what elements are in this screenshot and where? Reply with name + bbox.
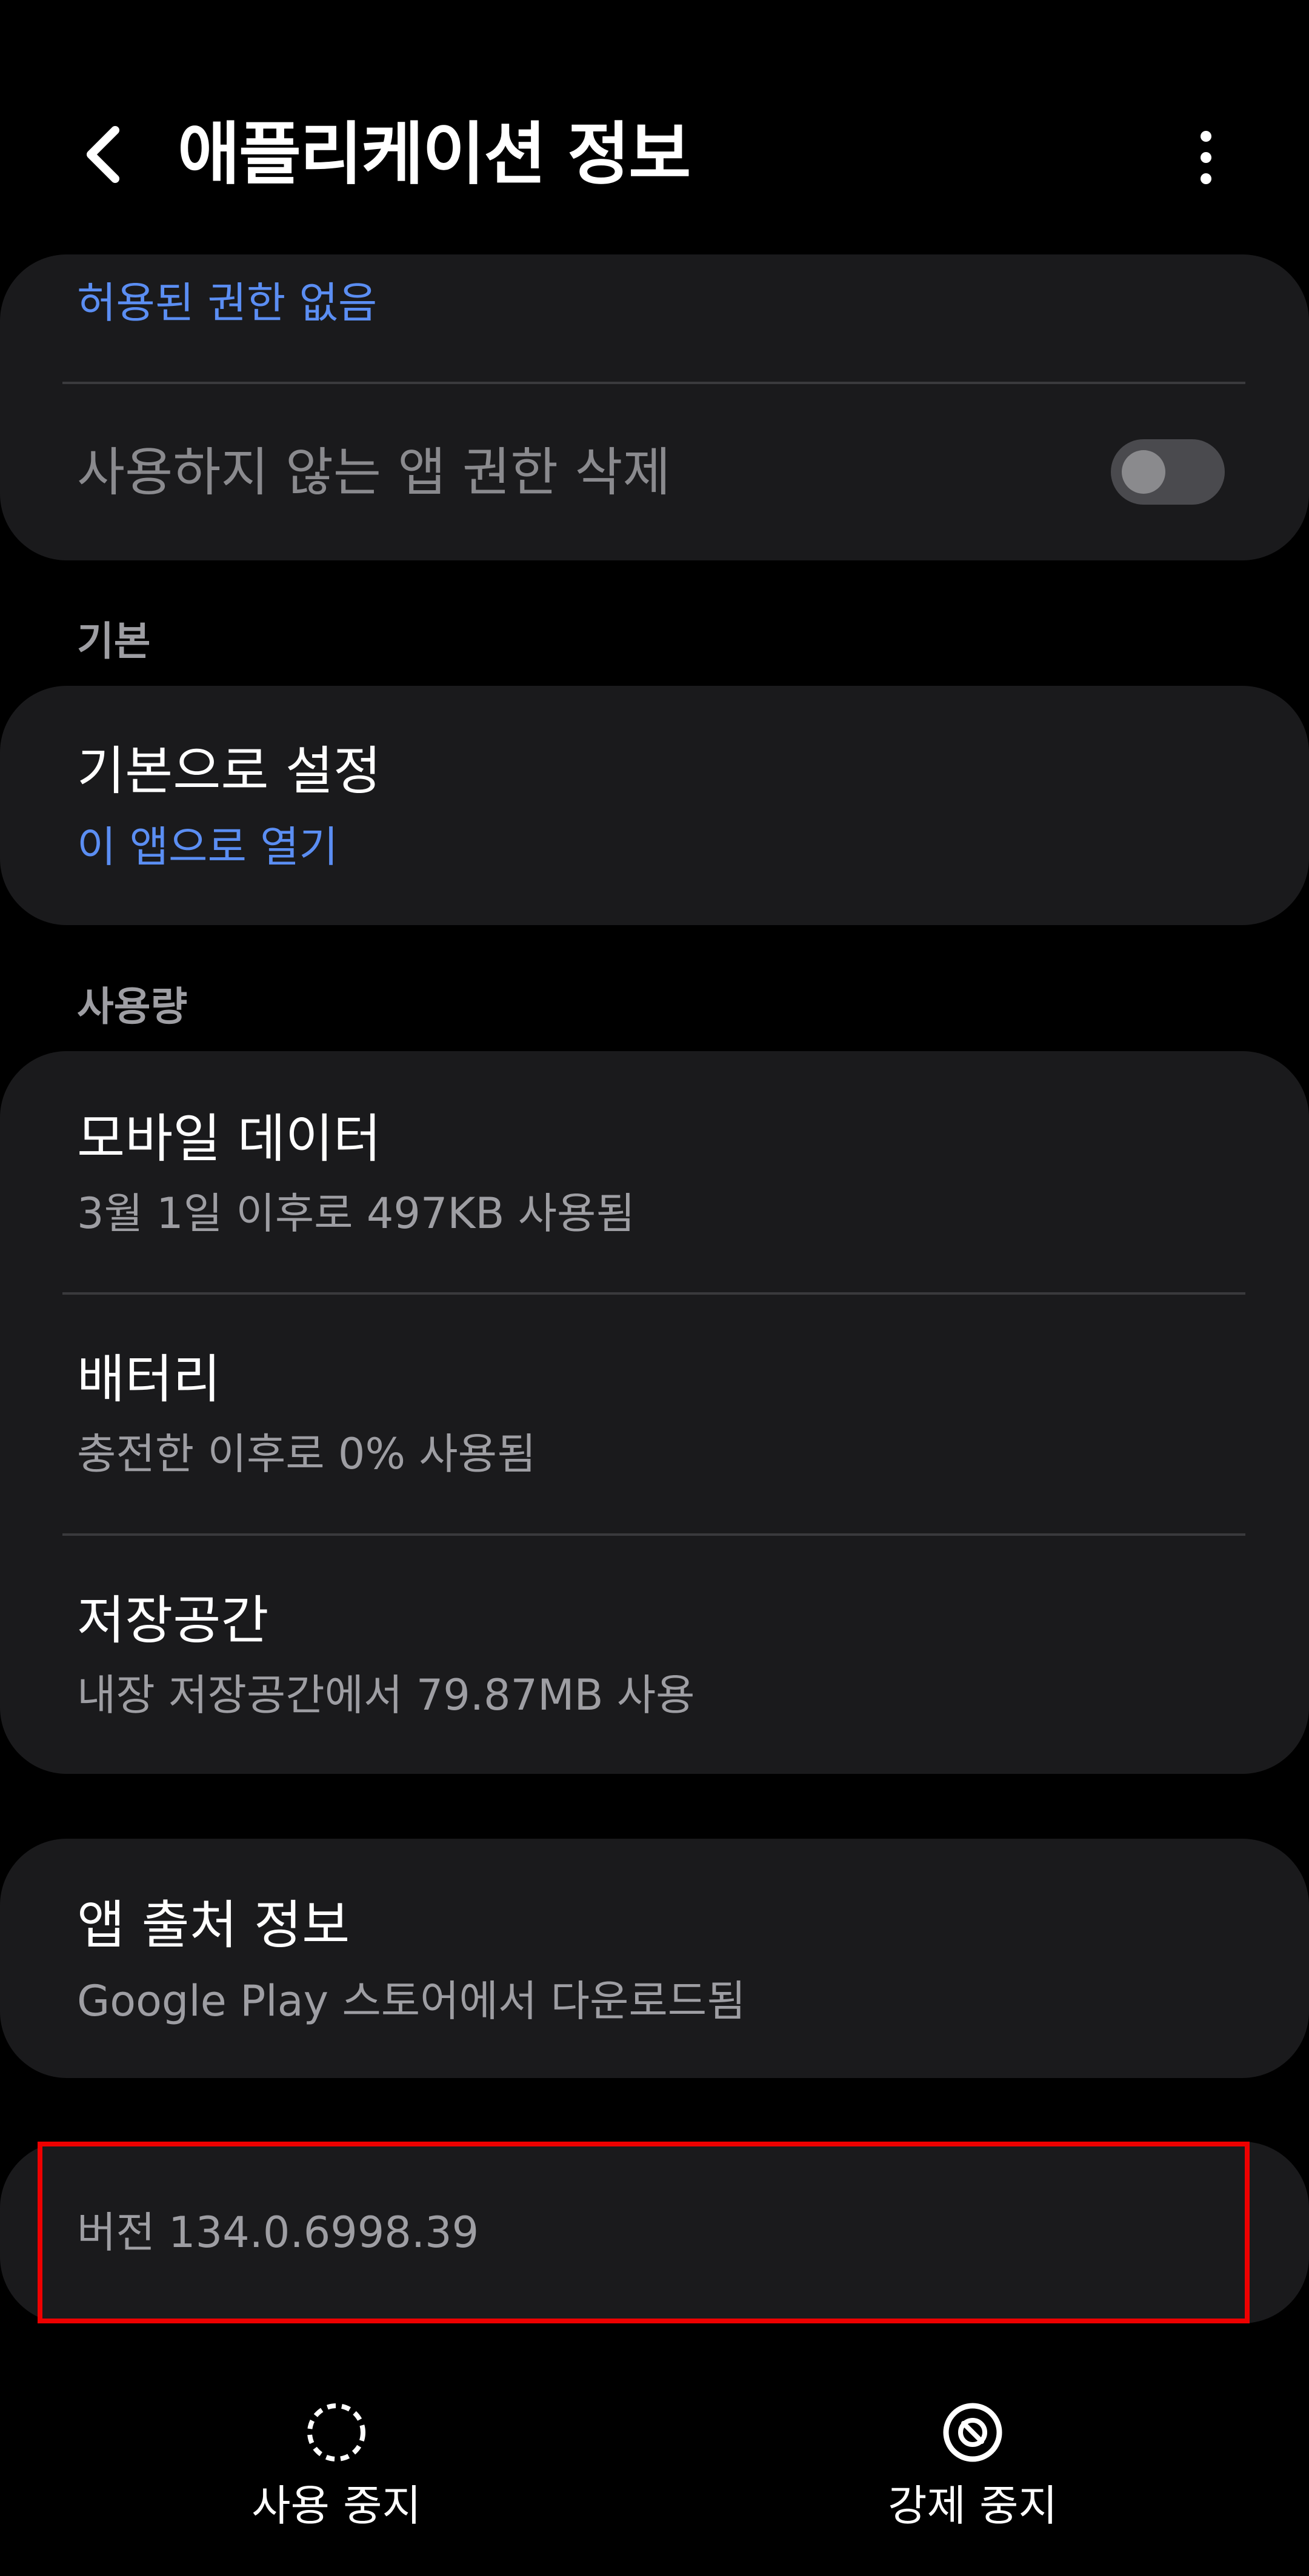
storage-item[interactable] (0, 1536, 1309, 1774)
page-title: 애플리케이션 정보 (178, 115, 691, 194)
toggle-knob (1122, 450, 1165, 494)
disable-label: 사용 중지 (251, 2481, 421, 2531)
back-button[interactable] (70, 124, 136, 185)
mobile-data-title: 모바일 데이터 (77, 1109, 382, 1169)
divider (62, 382, 1245, 384)
highlight-box (38, 2142, 1250, 2323)
more-vert-icon (1201, 131, 1211, 184)
app-source-subtitle: Google Play 스토어에서 다운로드됨 (77, 1976, 746, 2026)
set-as-default-card[interactable] (0, 686, 1309, 925)
mobile-data-subtitle: 3월 1일 이후로 497KB 사용됨 (77, 1189, 635, 1238)
set-as-default-title: 기본으로 설정 (77, 741, 382, 802)
remove-permissions-toggle[interactable] (1111, 439, 1225, 505)
battery-subtitle: 충전한 이후로 0% 사용됨 (77, 1429, 536, 1479)
force-stop-button[interactable]: 강제 중지 (836, 2399, 1109, 2532)
app-source-title: 앱 출처 정보 (77, 1895, 350, 1956)
force-stop-label: 강제 중지 (888, 2481, 1058, 2531)
permissions-status[interactable]: 허용된 권한 없음 (77, 274, 377, 332)
dashed-circle-icon (307, 2403, 365, 2461)
battery-title: 배터리 (77, 1349, 221, 1410)
disable-button[interactable]: 사용 중지 (200, 2399, 473, 2532)
back-chevron-icon (87, 126, 119, 183)
section-label-default: 기본 (77, 618, 151, 665)
remove-permissions-label: 사용하지 않는 앱 권한 삭제 (77, 442, 671, 503)
storage-subtitle: 내장 저장공간에서 79.87MB 사용 (77, 1670, 695, 1720)
battery-item[interactable] (0, 1295, 1309, 1533)
storage-title: 저장공간 (77, 1590, 269, 1651)
set-as-default-subtitle: 이 앱으로 열기 (77, 822, 338, 872)
stop-circle-icon (943, 2403, 1002, 2462)
section-label-usage: 사용량 (77, 983, 188, 1030)
more-options-button[interactable] (1170, 124, 1242, 191)
